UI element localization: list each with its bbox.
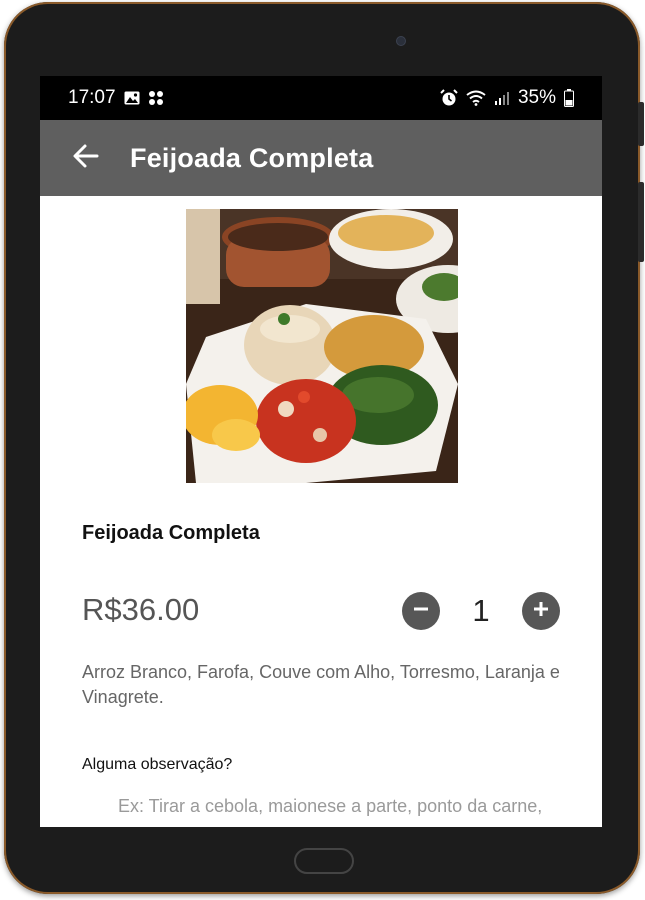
- product-name: Feijoada Completa: [82, 522, 260, 544]
- wifi-icon: [466, 90, 486, 106]
- minus-icon: [411, 599, 431, 624]
- product-image: [186, 209, 458, 483]
- home-button[interactable]: [294, 848, 354, 874]
- tablet-frame: 17:07 35% Feijoada Completa Feijoada Com…: [4, 2, 644, 894]
- apps-notification-icon: [148, 90, 164, 106]
- observation-label: Alguma observação?: [82, 756, 233, 773]
- quantity-value: 1: [472, 593, 490, 628]
- app-bar: Feijoada Completa: [40, 120, 602, 196]
- product-price: R$36.00: [82, 592, 200, 627]
- back-button[interactable]: [40, 120, 130, 196]
- status-bar: 17:07 35%: [40, 76, 602, 120]
- volume-button: [638, 102, 644, 146]
- signal-icon: [494, 90, 510, 106]
- battery-icon: [564, 89, 574, 107]
- battery-percent: 35%: [517, 87, 556, 108]
- plus-icon: [531, 599, 551, 624]
- page-title: Feijoada Completa: [130, 142, 374, 173]
- decrease-quantity-button[interactable]: [402, 592, 440, 630]
- increase-quantity-button[interactable]: [522, 592, 560, 630]
- alarm-icon: [440, 89, 458, 107]
- power-button: [638, 182, 644, 262]
- quantity-stepper: 1: [402, 592, 560, 630]
- observation-input[interactable]: [118, 792, 558, 827]
- product-description: Arroz Branco, Farofa, Couve com Alho, To…: [82, 662, 560, 707]
- arrow-back-icon: [71, 142, 99, 175]
- app-screen: 17:07 35% Feijoada Completa Feijoada Com…: [40, 76, 602, 827]
- status-time: 17:07: [68, 87, 116, 108]
- image-notification-icon: [124, 91, 140, 105]
- front-camera: [396, 36, 406, 46]
